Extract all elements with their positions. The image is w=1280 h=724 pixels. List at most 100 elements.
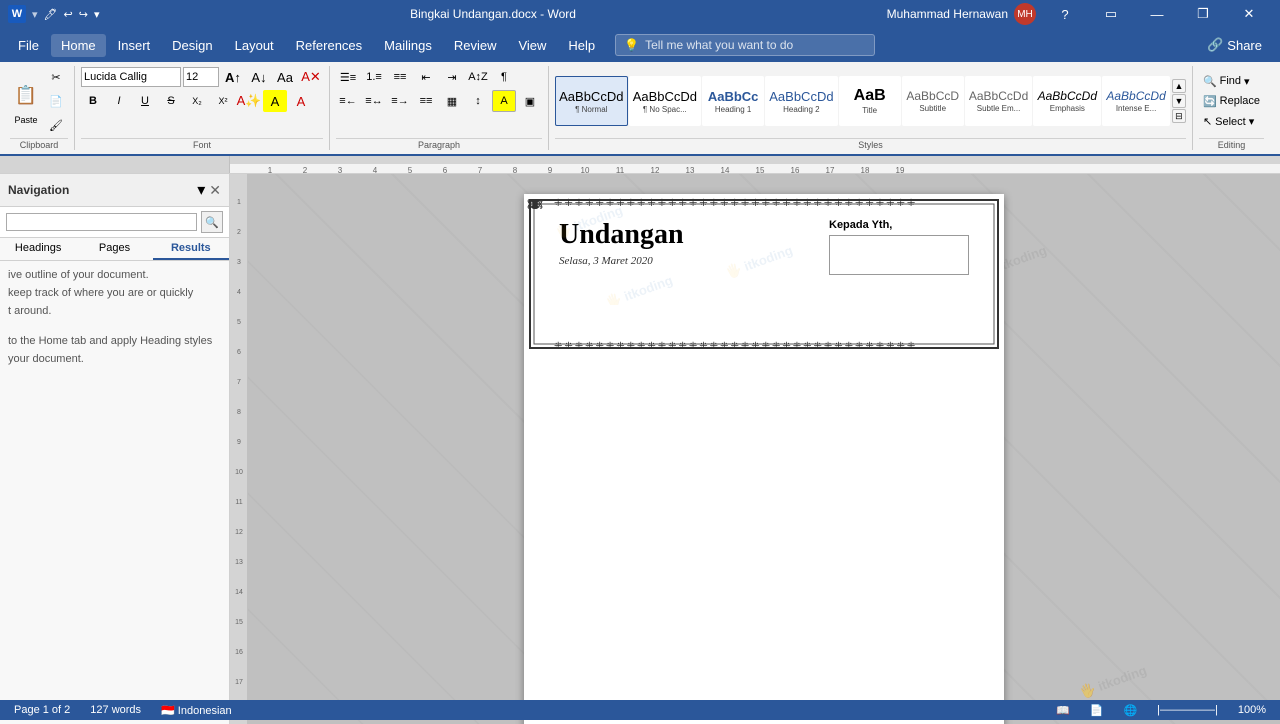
decrease-indent-btn[interactable]: ⇤ [414, 66, 438, 88]
svg-text:8: 8 [237, 409, 241, 416]
web-layout-btn[interactable]: 🌐 [1117, 704, 1143, 717]
font-size-input[interactable] [183, 67, 219, 87]
find-button[interactable]: 🔍 Find ▾ [1199, 73, 1264, 90]
page-indicator[interactable]: Page 1 of 2 [8, 704, 76, 716]
tell-me-bar[interactable]: 💡 Tell me what you want to do [615, 34, 875, 56]
style-title[interactable]: AaB Title [839, 76, 901, 126]
bullets-button[interactable]: ☰≡ [336, 66, 360, 88]
multilevel-button[interactable]: ≡≡ [388, 66, 412, 88]
highlight-color-btn[interactable]: A [263, 90, 287, 112]
language-indicator[interactable]: 🇮🇩 Indonesian [155, 704, 238, 717]
kepada-box: Kepada Yth, [829, 219, 969, 275]
columns-btn[interactable]: ▦ [440, 90, 464, 112]
tab-file[interactable]: File [8, 34, 49, 57]
status-bar: Page 1 of 2 127 words 🇮🇩 Indonesian 📖 📄 … [0, 700, 1280, 720]
sort-btn[interactable]: A↕Z [466, 66, 490, 88]
font-size-decrease-btn[interactable]: A↓ [247, 66, 271, 88]
nav-tab-pages[interactable]: Pages [76, 238, 152, 260]
kepada-field[interactable] [829, 235, 969, 275]
cursor-icon: ↖ [1203, 115, 1212, 128]
nav-tab-headings[interactable]: Headings [0, 238, 76, 260]
read-mode-btn[interactable]: 📖 [1050, 704, 1076, 717]
style-emphasis[interactable]: AaBbCcDd Emphasis [1033, 76, 1101, 126]
justify-btn[interactable]: ≡≡ [414, 90, 438, 112]
doc-page-top[interactable]: ❧ ❧ ❧ ❧ ⁜⁜⁜⁜⁜⁜⁜⁜⁜⁜⁜⁜⁜⁜⁜⁜⁜⁜⁜⁜⁜⁜⁜⁜⁜⁜⁜⁜⁜⁜⁜⁜… [524, 194, 1004, 724]
gallery-down-btn[interactable]: ▼ [1172, 94, 1186, 108]
tab-help[interactable]: Help [558, 34, 605, 57]
svg-text:12: 12 [651, 166, 660, 173]
font-size-increase-btn[interactable]: A↑ [221, 66, 245, 88]
gallery-more-btn[interactable]: ⊟ [1172, 109, 1186, 123]
font-color-btn[interactable]: A [289, 90, 313, 112]
copy-button[interactable]: 📄 [44, 90, 68, 112]
underline-button[interactable]: U [133, 90, 157, 112]
close-btn[interactable]: ✕ [1226, 0, 1272, 28]
font-family-input[interactable] [81, 67, 181, 87]
tab-references[interactable]: References [286, 34, 372, 57]
paste-button[interactable]: 📋 [10, 77, 42, 113]
style-no-spacing[interactable]: AaBbCcDd ¶ No Spac... [629, 76, 702, 126]
format-painter-button[interactable]: 🖌 [44, 114, 68, 136]
ribbon-display-btn[interactable]: ▭ [1088, 0, 1134, 28]
search-bar-text: Tell me what you want to do [645, 38, 793, 52]
word-icon: W [8, 5, 26, 23]
zoom-level[interactable]: 100% [1232, 704, 1272, 716]
clear-format-btn[interactable]: A✕ [299, 66, 323, 88]
tab-view[interactable]: View [508, 34, 556, 57]
align-right-btn[interactable]: ≡→ [388, 90, 412, 112]
bg-watermark-item-6: 🖐 itkoding [1077, 662, 1149, 701]
select-button[interactable]: ↖ Select ▾ [1199, 113, 1264, 130]
line-spacing-btn[interactable]: ↕ [466, 90, 490, 112]
change-case-btn[interactable]: Aa [273, 66, 297, 88]
style-h1[interactable]: AaBbCc Heading 1 [702, 76, 764, 126]
word-count[interactable]: 127 words [84, 704, 147, 716]
tab-review[interactable]: Review [444, 34, 507, 57]
style-subtitle-preview: AaBbCcD [906, 89, 959, 103]
document-area[interactable]: 🖐 itkoding 🖐 itkoding 🖐 itkoding 🖐 itkod… [248, 174, 1280, 724]
minimize-btn[interactable]: — [1134, 0, 1180, 28]
style-subtle-em[interactable]: AaBbCcDd Subtle Em... [965, 76, 1033, 126]
strikethrough-button[interactable]: S [159, 90, 183, 112]
tab-home[interactable]: Home [51, 34, 106, 57]
increase-indent-btn[interactable]: ⇥ [440, 66, 464, 88]
replace-button[interactable]: 🔄 Replace [1199, 93, 1264, 110]
find-label: Find [1220, 75, 1241, 87]
style-subtitle[interactable]: AaBbCcD Subtitle [902, 76, 964, 126]
tab-design[interactable]: Design [162, 34, 222, 57]
svg-text:18: 18 [861, 166, 870, 173]
tab-layout[interactable]: Layout [225, 34, 284, 57]
superscript-button[interactable]: X² [211, 90, 235, 112]
find-dropdown-icon: ▾ [1244, 75, 1250, 88]
text-effects-btn[interactable]: A✨ [237, 90, 261, 112]
zoom-slider[interactable]: |—————| [1151, 704, 1224, 716]
help-btn[interactable]: ? [1042, 0, 1088, 28]
ruler-svg: 1 2 3 4 5 6 7 8 9 10 11 12 13 14 15 16 1… [230, 156, 1280, 173]
italic-button[interactable]: I [107, 90, 131, 112]
borders-btn[interactable]: ▣ [518, 90, 542, 112]
show-formatting-btn[interactable]: ¶ [492, 66, 516, 88]
numbering-button[interactable]: 1.≡ [362, 66, 386, 88]
align-left-btn[interactable]: ≡← [336, 90, 360, 112]
style-intense-e[interactable]: AaBbCcDd Intense E... [1102, 76, 1170, 126]
tab-insert[interactable]: Insert [108, 34, 161, 57]
nav-search-submit-btn[interactable]: 🔍 [201, 211, 223, 233]
restore-btn[interactable]: ❐ [1180, 0, 1226, 28]
shading-btn[interactable]: A [492, 90, 516, 112]
gallery-up-btn[interactable]: ▲ [1172, 79, 1186, 93]
cut-button[interactable]: ✂ [44, 66, 68, 88]
nav-search-input[interactable] [6, 213, 197, 231]
align-center-btn[interactable]: ≡↔ [362, 90, 386, 112]
tab-mailings[interactable]: Mailings [374, 34, 442, 57]
style-normal[interactable]: AaBbCcDd ¶ Normal [555, 76, 628, 126]
nav-panel-dropdown-icon[interactable]: ▾ [197, 180, 205, 200]
bold-button[interactable]: B [81, 90, 105, 112]
subscript-button[interactable]: X₂ [185, 90, 209, 112]
share-button[interactable]: 🔗 Share [1197, 33, 1272, 57]
svg-text:4: 4 [373, 166, 378, 173]
user-avatar: MH [1014, 3, 1036, 25]
nav-close-button[interactable]: ✕ [209, 182, 221, 199]
nav-tab-results[interactable]: Results [153, 238, 229, 260]
svg-text:1: 1 [268, 166, 273, 173]
style-h2[interactable]: AaBbCcDd Heading 2 [765, 76, 838, 126]
print-layout-btn[interactable]: 📄 [1084, 704, 1110, 717]
